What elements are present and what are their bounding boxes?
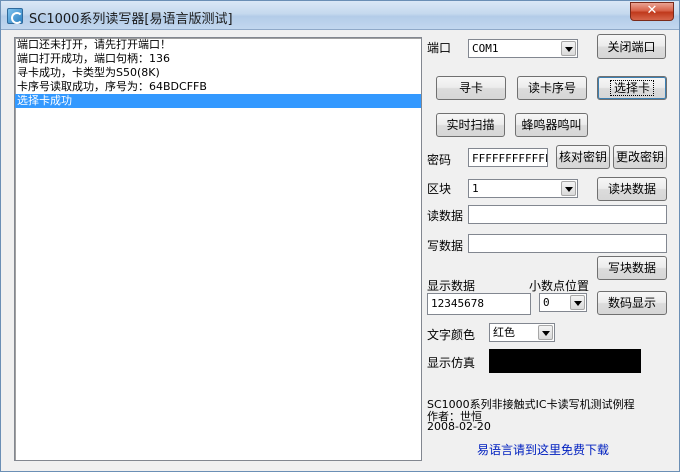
close-port-button[interactable]: 关闭端口 <box>597 34 666 59</box>
simulation-display <box>489 349 641 373</box>
simulation-label: 显示仿真 <box>427 356 476 370</box>
display-data-label: 显示数据 <box>427 279 476 293</box>
block-select[interactable]: 1 <box>468 179 578 198</box>
chevron-down-icon[interactable] <box>538 325 553 340</box>
text-color-value: 红色 <box>493 326 515 339</box>
log-listbox[interactable]: 端口还未打开，请先打开端口！ 端口打开成功，端口句柄：136 寻卡成功，卡类型为… <box>14 37 422 461</box>
text-color-label: 文字颜色 <box>427 328 476 342</box>
read-serial-button[interactable]: 读卡序号 <box>517 76 587 100</box>
display-data-input[interactable]: 12345678 <box>427 293 531 315</box>
chevron-down-icon[interactable] <box>561 41 576 56</box>
change-password-button[interactable]: 更改密钥 <box>613 145 667 169</box>
log-line[interactable]: 寻卡成功，卡类型为S50(8K) <box>15 66 421 80</box>
app-icon <box>7 8 23 24</box>
close-icon: ✕ <box>646 3 658 18</box>
find-card-button[interactable]: 寻卡 <box>436 76 506 100</box>
digit-display-button[interactable]: 数码显示 <box>597 291 667 315</box>
decimal-point-label: 小数点位置 <box>529 279 590 293</box>
write-data-input[interactable] <box>468 234 667 253</box>
text-color-select[interactable]: 红色 <box>489 323 555 342</box>
read-data-label: 读数据 <box>427 209 464 223</box>
port-label: 端口 <box>427 41 452 55</box>
port-select-value: COM1 <box>472 42 499 55</box>
log-line[interactable]: 端口还未打开，请先打开端口！ <box>15 38 421 52</box>
realtime-scan-button[interactable]: 实时扫描 <box>436 113 505 137</box>
block-select-value: 1 <box>472 182 479 195</box>
write-data-label: 写数据 <box>427 239 464 253</box>
close-window-button[interactable]: ✕ <box>630 2 674 21</box>
beep-button[interactable]: 蜂鸣器鸣叫 <box>515 113 588 137</box>
log-line-selected[interactable]: 选择卡成功 <box>15 94 421 108</box>
chevron-down-icon[interactable] <box>561 181 576 196</box>
chevron-down-icon[interactable] <box>570 295 585 310</box>
footer-date: 2008-02-20 <box>427 420 491 433</box>
window-title: SC1000系列读写器[易语言版测试] <box>29 12 233 27</box>
select-card-button[interactable]: 选择卡 <box>597 76 667 100</box>
download-link[interactable]: 易语言请到这里免费下载 <box>477 441 609 458</box>
read-block-button[interactable]: 读块数据 <box>597 177 667 201</box>
decimal-point-value: 0 <box>543 296 550 309</box>
log-line[interactable]: 卡序号读取成功，序号为：64BDCFFB <box>15 80 421 94</box>
port-select[interactable]: COM1 <box>468 39 578 58</box>
password-label: 密码 <box>427 153 452 167</box>
read-data-field[interactable] <box>468 205 667 224</box>
title-bar[interactable]: SC1000系列读写器[易语言版测试] ✕ <box>1 1 679 30</box>
verify-password-button[interactable]: 核对密钥 <box>556 145 610 169</box>
write-block-button[interactable]: 写块数据 <box>597 256 667 280</box>
block-label: 区块 <box>427 182 452 196</box>
log-line[interactable]: 端口打开成功，端口句柄：136 <box>15 52 421 66</box>
decimal-point-select[interactable]: 0 <box>539 293 587 312</box>
password-input[interactable]: FFFFFFFFFFFF <box>468 148 548 167</box>
app-window: SC1000系列读写器[易语言版测试] ✕ 端口还未打开，请先打开端口！ 端口打… <box>0 0 680 472</box>
client-area: 端口还未打开，请先打开端口！ 端口打开成功，端口句柄：136 寻卡成功，卡类型为… <box>5 31 675 467</box>
